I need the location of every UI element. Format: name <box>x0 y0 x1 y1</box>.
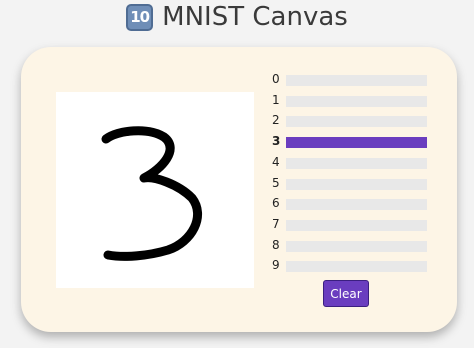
digit-label: 8 <box>272 237 280 252</box>
digit-label: 6 <box>272 196 280 211</box>
digit-label: 4 <box>272 154 280 169</box>
drawing-canvas[interactable] <box>56 92 254 288</box>
digit-label: 5 <box>272 175 280 190</box>
page-title: 10 MNIST Canvas <box>0 2 474 32</box>
app-title: MNIST Canvas <box>162 2 348 32</box>
probability-track <box>286 116 427 128</box>
probability-track <box>286 157 427 169</box>
prediction-row-8: 8 <box>272 237 432 253</box>
prediction-row-6: 6 <box>272 196 432 211</box>
probability-track <box>286 95 427 107</box>
digit-label: 7 <box>272 216 280 231</box>
probability-track <box>286 137 427 149</box>
probability-track <box>286 219 427 231</box>
probability-track <box>286 240 427 252</box>
probability-track <box>286 75 427 86</box>
prediction-row-2: 2 <box>272 113 432 128</box>
digit-label: 3 <box>272 134 281 149</box>
probability-track <box>286 261 427 273</box>
prediction-row-5: 5 <box>272 175 432 191</box>
prediction-row-0: 0 <box>272 72 432 87</box>
prediction-row-4: 4 <box>272 154 432 170</box>
main-card: 0 1 2 3 4 5 6 7 8 9 Clear <box>21 47 457 332</box>
handwritten-digit-3 <box>101 126 202 261</box>
digit-label: 1 <box>272 92 280 107</box>
prediction-row-7: 7 <box>272 216 432 232</box>
prediction-row-1: 1 <box>272 92 432 108</box>
prediction-row-3: 3 <box>272 134 432 149</box>
probability-track <box>286 178 427 190</box>
digit-label: 9 <box>272 258 280 273</box>
probability-track <box>286 199 427 211</box>
digit-label: 2 <box>272 113 280 128</box>
prediction-row-9: 9 <box>272 258 432 273</box>
clear-button[interactable]: Clear <box>323 280 369 307</box>
keycap-ten-icon: 10 <box>126 3 154 31</box>
probability-fill <box>286 137 427 149</box>
digit-label: 0 <box>272 72 280 86</box>
